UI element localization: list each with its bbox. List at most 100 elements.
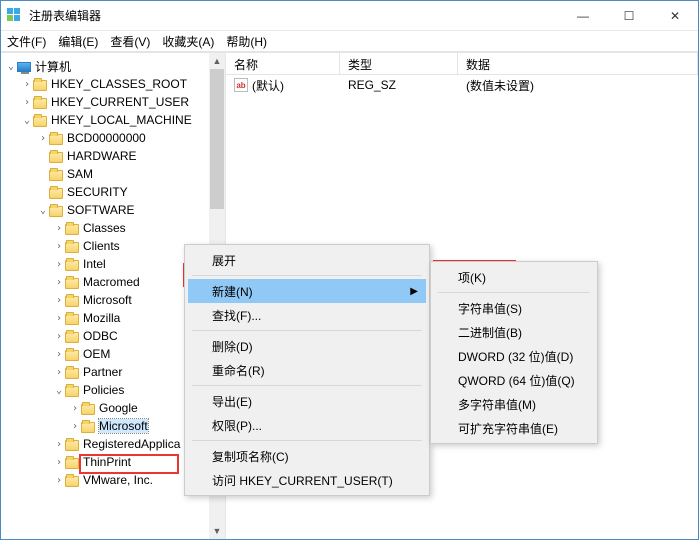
menu-item-展开[interactable]: 展开: [188, 248, 426, 272]
menu-help[interactable]: 帮助(H): [226, 33, 267, 50]
tree-item-hardware[interactable]: ·HARDWARE: [1, 147, 225, 165]
menu-item-查找f[interactable]: 查找(F)...: [188, 303, 426, 327]
tree-item-label: HKEY_CLASSES_ROOT: [51, 77, 187, 91]
tree-item-classes[interactable]: ›Classes: [1, 219, 225, 237]
tree-item-hkey-current-user[interactable]: ›HKEY_CURRENT_USER: [1, 93, 225, 111]
expand-icon[interactable]: ›: [53, 367, 65, 378]
menu-item-导出e[interactable]: 导出(E): [188, 389, 426, 413]
expand-icon[interactable]: ›: [21, 97, 33, 108]
folder-icon: [65, 314, 79, 325]
expand-icon[interactable]: ›: [21, 79, 33, 90]
expand-icon[interactable]: ›: [53, 439, 65, 450]
tree-item-label: Microsoft: [83, 293, 132, 307]
folder-icon: [65, 476, 79, 487]
collapse-icon[interactable]: ⌄: [21, 115, 33, 126]
menu-item-可扩充字符串值e[interactable]: 可扩充字符串值(E): [434, 416, 594, 440]
menu-item-dword位值d[interactable]: DWORD (32 位)值(D): [434, 344, 594, 368]
tree-item-label: OEM: [83, 347, 110, 361]
folder-icon: [49, 206, 63, 217]
col-data[interactable]: 数据: [458, 53, 698, 74]
menu-edit[interactable]: 编辑(E): [58, 33, 98, 50]
list-row[interactable]: ab (默认) REG_SZ (数值未设置): [226, 75, 698, 95]
expand-icon[interactable]: ›: [53, 457, 65, 468]
menu-item-label: 字符串值(S): [458, 300, 522, 317]
menu-item-label: 权限(P)...: [212, 417, 262, 434]
tree-item-label: Microsoft: [99, 419, 148, 433]
menu-item-qword位值q[interactable]: QWORD (64 位)值(Q): [434, 368, 594, 392]
expand-icon: ·: [37, 187, 49, 198]
folder-icon: [81, 404, 95, 415]
tree-item-label: RegisteredApplica: [83, 437, 180, 451]
scroll-down-icon[interactable]: ▼: [209, 523, 225, 539]
expand-icon[interactable]: ›: [53, 277, 65, 288]
menu-item-字符串值s[interactable]: 字符串值(S): [434, 296, 594, 320]
expand-icon[interactable]: ›: [53, 259, 65, 270]
menu-item-label: 二进制值(B): [458, 324, 522, 341]
tree-item-label: ThinPrint: [83, 455, 131, 469]
folder-icon: [65, 332, 79, 343]
menu-item-多字符串值m[interactable]: 多字符串值(M): [434, 392, 594, 416]
expand-icon[interactable]: ›: [53, 331, 65, 342]
menu-item-新建n[interactable]: 新建(N)▶: [188, 279, 426, 303]
menu-file[interactable]: 文件(F): [7, 33, 46, 50]
expand-icon[interactable]: ›: [53, 349, 65, 360]
col-name[interactable]: 名称: [226, 53, 340, 74]
menu-separator: [438, 292, 590, 293]
menu-item-项k[interactable]: 项(K): [434, 265, 594, 289]
expand-icon: ·: [37, 151, 49, 162]
expand-icon[interactable]: ›: [53, 313, 65, 324]
expand-icon[interactable]: ›: [53, 241, 65, 252]
string-value-icon: ab: [234, 78, 248, 92]
menu-item-label: 多字符串值(M): [458, 396, 536, 413]
tree-item-label: Google: [99, 401, 138, 415]
collapse-icon[interactable]: ⌄: [5, 61, 17, 72]
folder-icon: [65, 458, 79, 469]
tree-item-hkey-local-machine[interactable]: ⌄HKEY_LOCAL_MACHINE: [1, 111, 225, 129]
expand-icon[interactable]: ›: [53, 475, 65, 486]
collapse-icon[interactable]: ⌄: [37, 205, 49, 216]
menu-item-访问hkeycurrentusert[interactable]: 访问 HKEY_CURRENT_USER(T): [188, 468, 426, 492]
folder-icon: [65, 296, 79, 307]
menu-item-重命名r[interactable]: 重命名(R): [188, 358, 426, 382]
folder-icon: [65, 242, 79, 253]
window-title: 注册表编辑器: [29, 7, 560, 24]
folder-icon: [65, 350, 79, 361]
tree-item-sam[interactable]: · SAM: [1, 165, 225, 183]
expand-icon[interactable]: ›: [69, 403, 81, 414]
menu-item-复制项名称c[interactable]: 复制项名称(C): [188, 444, 426, 468]
expand-icon[interactable]: ›: [69, 421, 81, 432]
tree-item-bcd00000000[interactable]: ›BCD00000000: [1, 129, 225, 147]
menu-item-二进制值b[interactable]: 二进制值(B): [434, 320, 594, 344]
folder-icon: [65, 224, 79, 235]
menu-favorites[interactable]: 收藏夹(A): [162, 33, 214, 50]
expand-icon: ·: [37, 169, 49, 180]
tree-item-label: 计算机: [35, 58, 71, 75]
folder-icon: [65, 440, 79, 451]
menu-item-label: 项(K): [458, 269, 486, 286]
menu-item-删除d[interactable]: 删除(D): [188, 334, 426, 358]
tree-item-label: SAM: [67, 167, 93, 181]
scroll-up-icon[interactable]: ▲: [209, 53, 225, 69]
tree-item-hkey-classes-root[interactable]: › HKEY_CLASSES_ROOT: [1, 75, 225, 93]
maximize-button[interactable]: ☐: [606, 1, 652, 31]
menu-separator: [192, 330, 422, 331]
folder-icon: [65, 386, 79, 397]
menu-item-label: 展开: [212, 252, 236, 269]
folder-icon: [81, 422, 95, 433]
tree-item--[interactable]: ⌄ 计算机: [1, 57, 225, 75]
tree-item-security[interactable]: ·SECURITY: [1, 183, 225, 201]
expand-icon[interactable]: ›: [53, 223, 65, 234]
folder-icon: [49, 152, 63, 163]
folder-icon: [49, 188, 63, 199]
expand-icon[interactable]: ›: [53, 295, 65, 306]
collapse-icon[interactable]: ⌄: [53, 385, 65, 396]
close-button[interactable]: ✕: [652, 1, 698, 31]
tree-item-software[interactable]: ⌄SOFTWARE: [1, 201, 225, 219]
scroll-thumb[interactable]: [210, 69, 224, 209]
menu-item-权限p[interactable]: 权限(P)...: [188, 413, 426, 437]
menu-view[interactable]: 查看(V): [110, 33, 150, 50]
col-type[interactable]: 类型: [340, 53, 458, 74]
minimize-button[interactable]: —: [560, 1, 606, 31]
expand-icon[interactable]: ›: [37, 133, 49, 144]
value-name: (默认): [252, 77, 284, 94]
